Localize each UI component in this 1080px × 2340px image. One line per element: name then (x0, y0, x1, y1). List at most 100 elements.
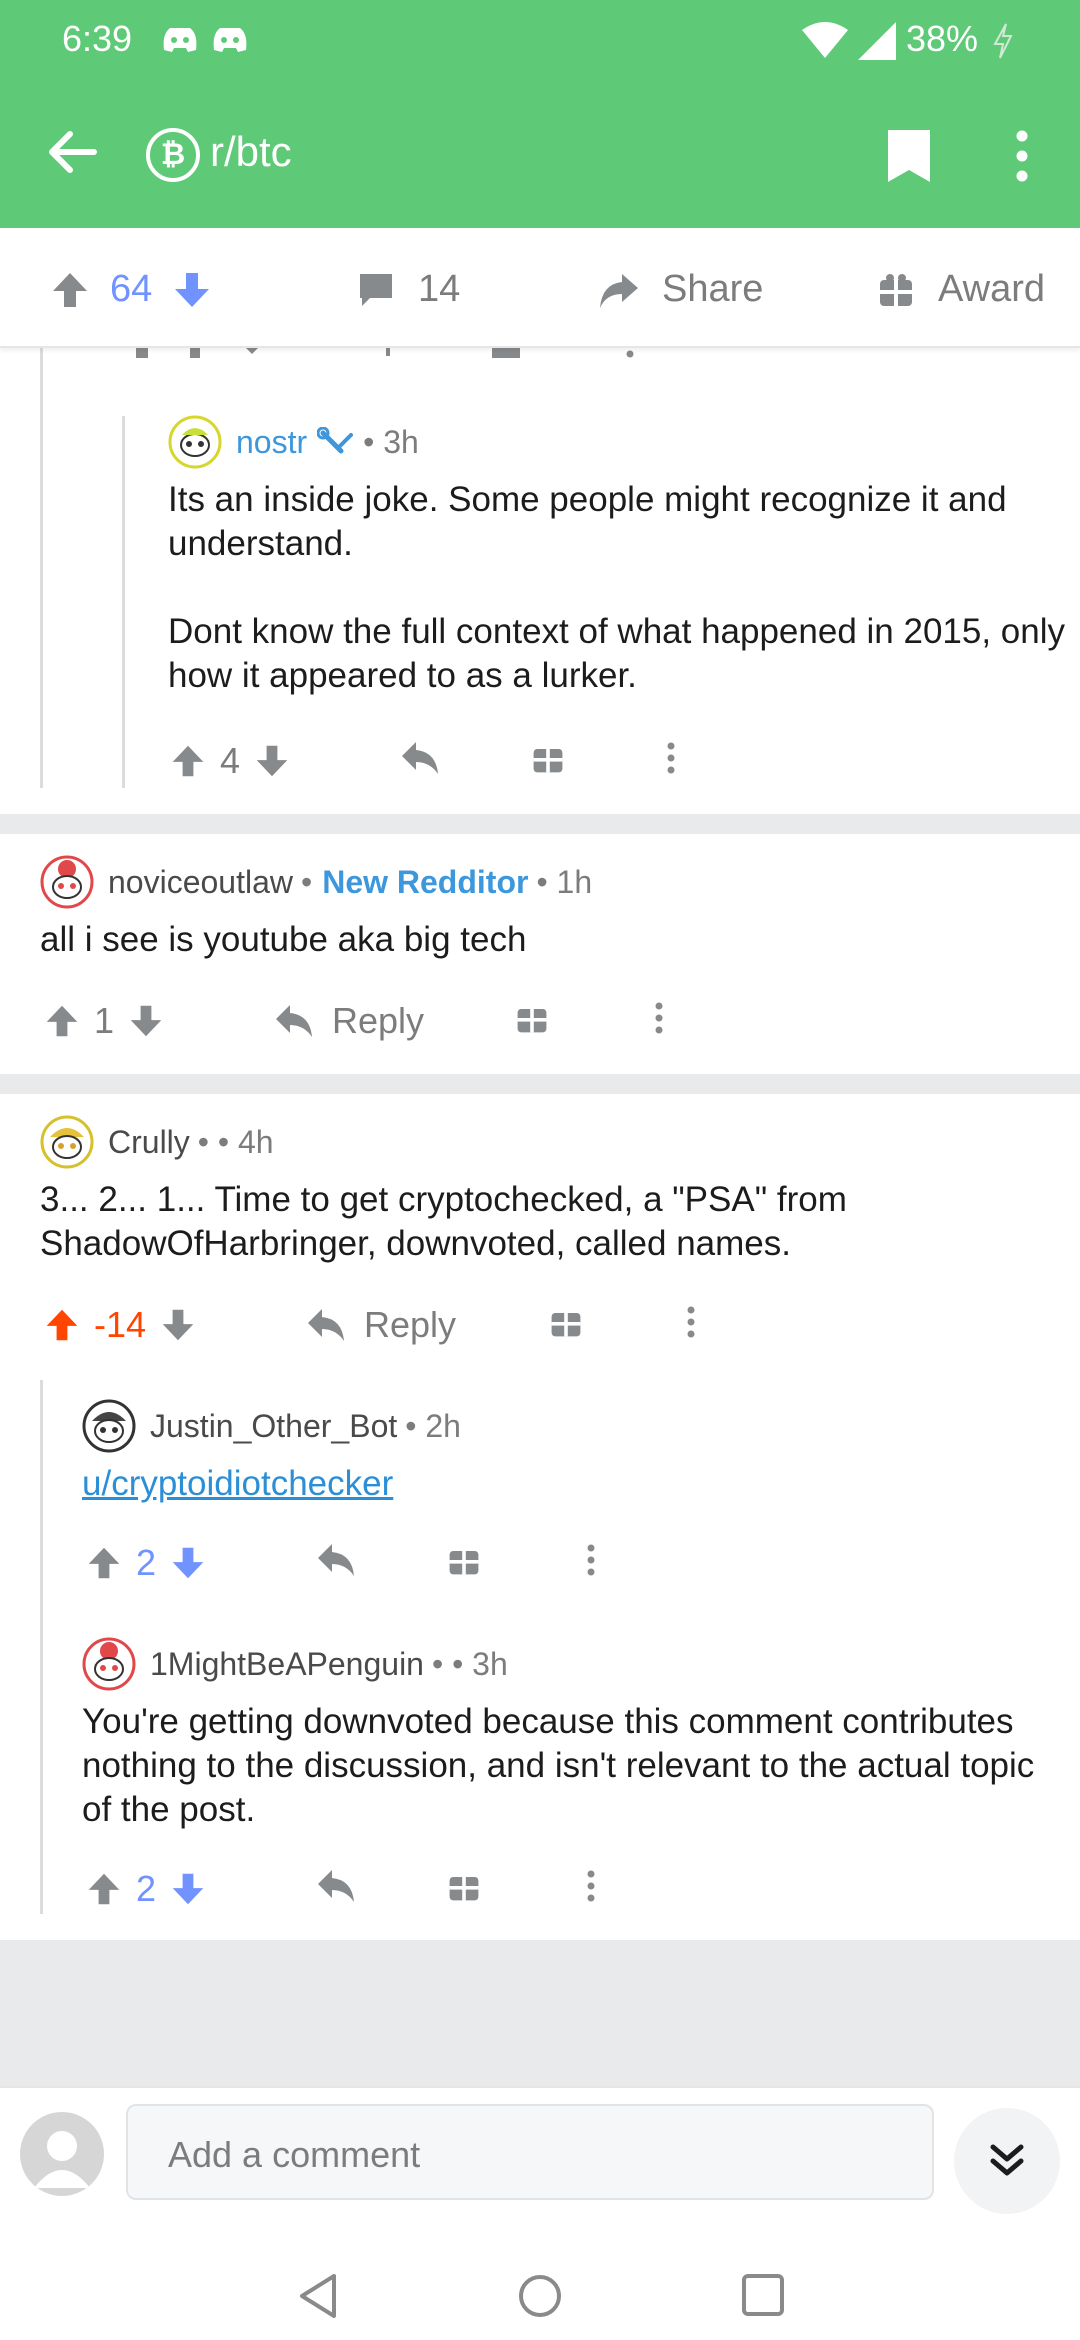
downvote-arrow-icon[interactable] (170, 1545, 206, 1581)
comment-actions: 2 (86, 1868, 646, 1912)
vote-group: 1 (44, 1000, 164, 1042)
more-options-icon[interactable] (684, 1304, 698, 1340)
post-score: 64 (110, 268, 153, 310)
vote-group: 2 (86, 1868, 206, 1910)
gift-icon[interactable] (446, 1868, 482, 1904)
comment-username[interactable]: Crully (108, 1124, 190, 1161)
comment-header: Justin_Other_Bot • 2h (82, 1398, 1062, 1454)
gift-icon[interactable] (530, 740, 566, 776)
charging-icon (993, 23, 1013, 59)
comment-body: Its an inside joke. Some people might re… (168, 478, 1068, 698)
avatar[interactable] (40, 1115, 94, 1169)
vote-group: 2 (86, 1542, 206, 1584)
double-chevron-down-icon (990, 2144, 1024, 2176)
comment-meta: • 2h (405, 1407, 461, 1444)
jump-to-next-button[interactable] (954, 2108, 1060, 2214)
share-label: Share (662, 268, 764, 310)
comment-body: u/cryptoidiotchecker (82, 1462, 1062, 1506)
comment-composer-bar: Add a comment (0, 2086, 1080, 2340)
comment-username[interactable]: Justin_Other_Bot (150, 1408, 397, 1445)
comment-actions: -14 Reply (44, 1304, 724, 1350)
downvote-arrow-icon[interactable] (128, 1003, 164, 1039)
discord-notification-icon (213, 28, 247, 52)
reply-arrow-icon (308, 1309, 344, 1341)
reply-arrow-icon[interactable] (400, 740, 440, 776)
bookmark-icon[interactable] (884, 126, 934, 186)
nav-recents-icon[interactable] (740, 2272, 786, 2318)
more-options-icon[interactable] (584, 1868, 598, 1904)
comment-actions: 4 (170, 740, 730, 784)
comment-header: Crully • • 4h (40, 1114, 1060, 1170)
reply-button[interactable]: Reply (274, 1000, 424, 1042)
more-options-icon[interactable] (584, 1542, 598, 1578)
subreddit-title[interactable]: r/btc (210, 128, 292, 176)
more-options-icon[interactable] (664, 740, 678, 776)
avatar[interactable] (168, 415, 222, 469)
comment-username[interactable]: nostr (236, 424, 307, 461)
add-comment-input[interactable]: Add a comment (126, 2104, 934, 2200)
comment-score: 2 (136, 1542, 157, 1583)
comment-score: -14 (94, 1304, 147, 1345)
user-flair: New Redditor (322, 863, 529, 900)
status-bar: 6:39 38% (0, 0, 1080, 80)
comment-paragraph: Its an inside joke. Some people might re… (168, 480, 1007, 563)
comment-meta: • • 3h (431, 1645, 508, 1682)
subreddit-icon: ₿ (146, 128, 200, 182)
upvote-arrow-icon[interactable] (86, 1545, 122, 1581)
wifi-icon (802, 22, 848, 58)
award-label: Award (938, 268, 1046, 310)
comment-header: nostr • 3h (168, 414, 1068, 470)
avatar[interactable] (40, 855, 94, 909)
award-button[interactable]: Award (876, 268, 1045, 311)
downvote-arrow-icon[interactable] (172, 270, 212, 310)
avatar[interactable] (82, 1637, 136, 1691)
avatar[interactable] (82, 1399, 136, 1453)
upvote-arrow-icon[interactable] (44, 1003, 80, 1039)
comment-nostr: nostr • 3h Its an inside joke. Some peop… (168, 414, 1068, 698)
thread-line (40, 348, 43, 788)
comment-crully: Crully • • 4h 3... 2... 1... Time to get… (40, 1114, 1060, 1266)
reply-arrow-icon (276, 1005, 312, 1037)
downvote-arrow-icon[interactable] (160, 1307, 196, 1343)
reply-button[interactable]: Reply (306, 1304, 456, 1346)
upvote-arrow-icon[interactable] (86, 1871, 122, 1907)
comments-count-button[interactable]: 14 (356, 268, 460, 311)
gift-icon[interactable] (548, 1304, 584, 1340)
downvote-arrow-icon[interactable] (170, 1871, 206, 1907)
comment-username[interactable]: 1MightBeAPenguin (150, 1646, 424, 1683)
comment-score: 4 (220, 740, 241, 781)
thread-line (122, 416, 125, 788)
comment-score: 2 (136, 1868, 157, 1909)
upvote-arrow-icon[interactable] (170, 743, 206, 779)
share-button[interactable]: Share (596, 268, 763, 311)
post-vote-group: 64 (50, 268, 212, 311)
comment-separator (0, 1074, 1080, 1094)
back-arrow-icon[interactable] (42, 122, 102, 182)
reply-arrow-icon[interactable] (316, 1868, 356, 1904)
user-link[interactable]: u/cryptoidiotchecker (82, 1464, 393, 1503)
gift-icon[interactable] (446, 1542, 482, 1578)
comments-end-area (0, 1940, 1080, 2086)
share-arrow-icon (600, 273, 638, 308)
mod-wrench-icon (317, 427, 354, 454)
comment-actions: 1 Reply (44, 1000, 684, 1046)
reply-arrow-icon[interactable] (316, 1542, 356, 1578)
gift-icon[interactable] (514, 1000, 550, 1036)
more-options-icon[interactable] (1010, 126, 1034, 186)
my-avatar[interactable] (20, 2112, 104, 2196)
comment-header: noviceoutlaw • New Redditor • 1h (40, 854, 1060, 910)
comment-actions: 2 (86, 1542, 646, 1586)
comment-header: 1MightBeAPenguin • • 3h (82, 1636, 1062, 1692)
downvote-arrow-icon[interactable] (254, 743, 290, 779)
vote-group: 4 (170, 740, 290, 782)
comment-meta: • 3h (363, 423, 419, 460)
nav-home-icon[interactable] (516, 2272, 564, 2320)
more-options-icon[interactable] (652, 1000, 666, 1036)
upvote-arrow-icon[interactable] (50, 270, 90, 310)
discord-notification-icon (163, 28, 197, 52)
upvote-arrow-icon[interactable] (44, 1307, 80, 1343)
comment-username[interactable]: noviceoutlaw (108, 864, 293, 901)
thread-line (40, 1380, 43, 1914)
post-action-bar: 64 14 Share Award (0, 228, 1080, 348)
nav-back-icon[interactable] (296, 2272, 340, 2320)
